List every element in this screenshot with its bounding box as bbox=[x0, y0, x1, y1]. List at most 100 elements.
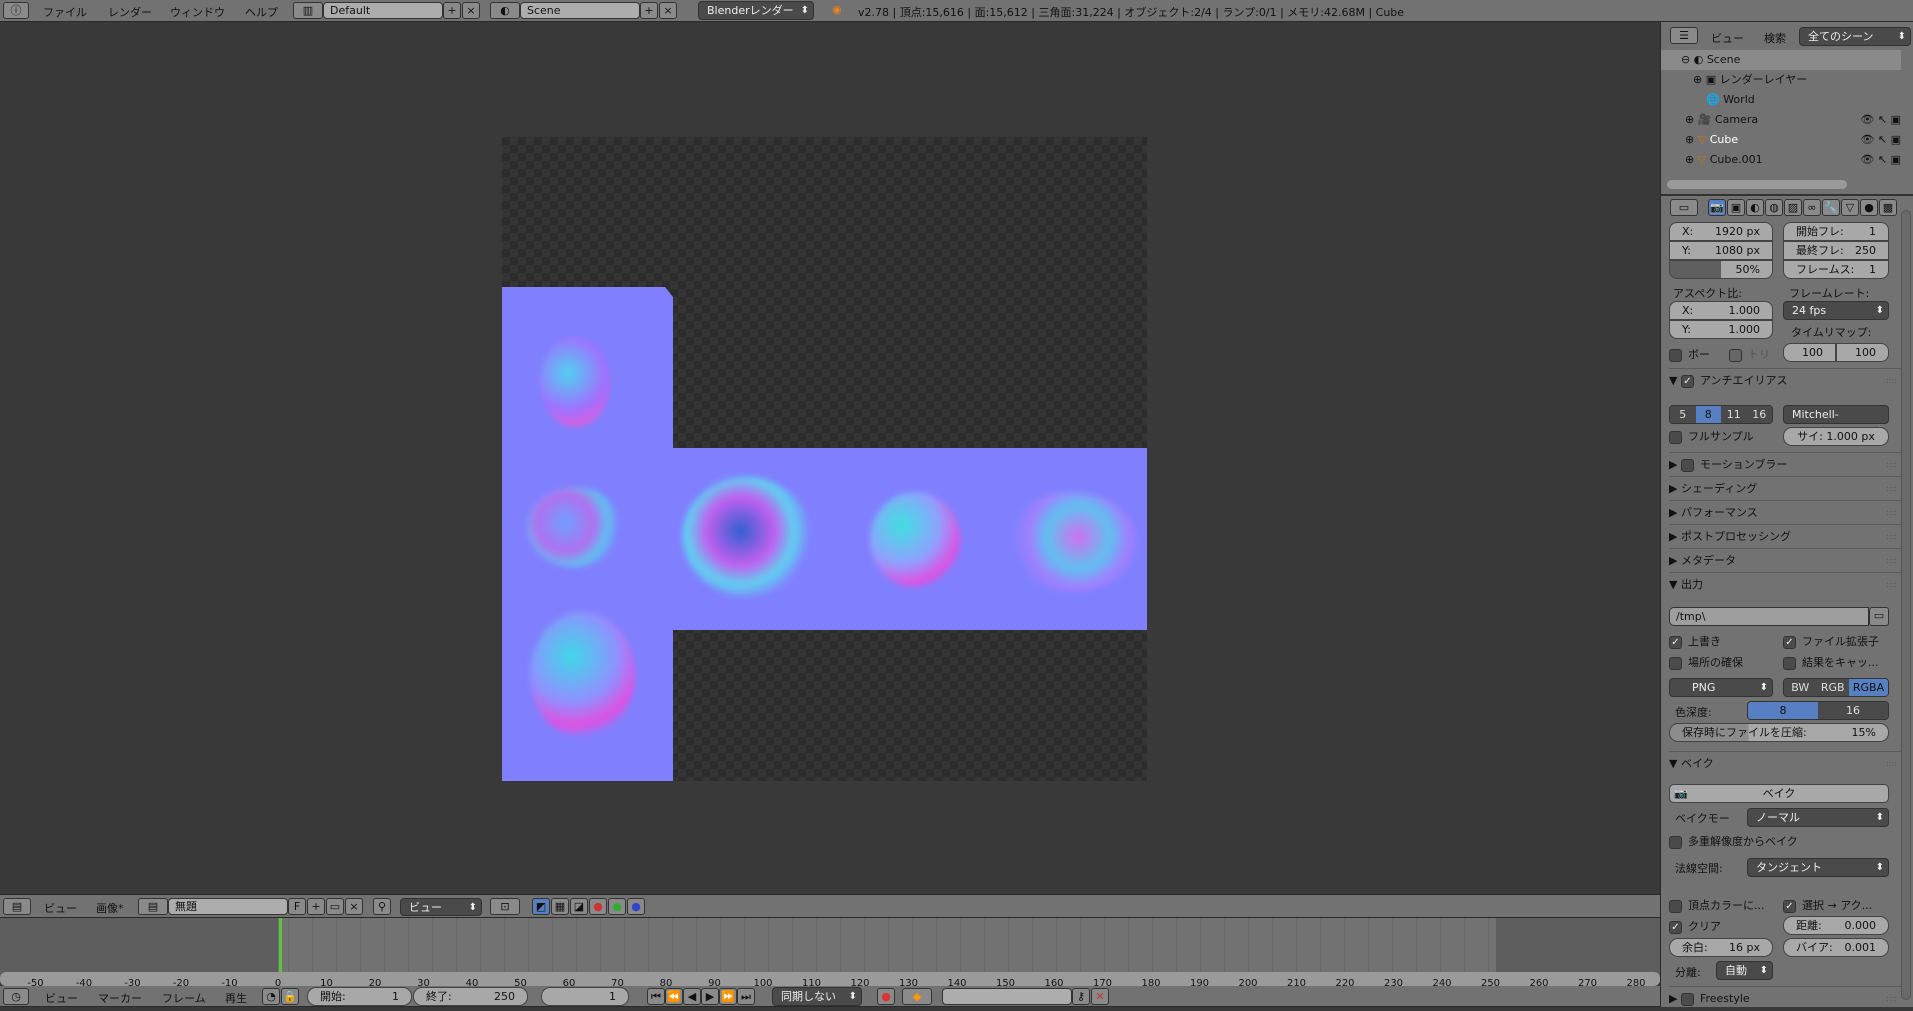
outliner-item-world[interactable]: 🌐 World bbox=[1661, 90, 1901, 110]
color-mode-bw[interactable]: BW bbox=[1784, 679, 1817, 696]
panel-motion-blur[interactable]: ▶ モーションブラー:::: bbox=[1669, 452, 1901, 476]
screen-layout-field[interactable]: Default bbox=[323, 2, 443, 19]
browse-image-icon[interactable]: ▤ bbox=[138, 898, 168, 915]
keying-icon[interactable]: ◆ bbox=[902, 988, 932, 1005]
menu-window[interactable]: ウィンドウ bbox=[170, 4, 225, 20]
pin-icon[interactable]: ⚲ bbox=[373, 898, 391, 915]
resolution-x-field[interactable]: X: 1920 px bbox=[1669, 222, 1773, 241]
current-frame-field[interactable]: 1 bbox=[541, 987, 629, 1006]
start-frame-field[interactable]: 開始: 1 bbox=[307, 987, 412, 1006]
add-layout-icon[interactable]: + bbox=[443, 2, 461, 19]
panel-bake[interactable]: ▼ ベイク:::: bbox=[1669, 751, 1901, 775]
next-keyframe-icon[interactable]: ⏩ bbox=[719, 988, 737, 1005]
jump-start-icon[interactable]: ⏮ bbox=[647, 988, 665, 1005]
tab-material-icon[interactable]: ● bbox=[1860, 199, 1878, 216]
menu-marker[interactable]: マーカー bbox=[98, 990, 142, 1006]
color-alpha-icon[interactable]: ◩ bbox=[532, 898, 550, 915]
outliner-item-camera[interactable]: ⊕ 🎥 Camera 👁 ↖ ▣ bbox=[1661, 110, 1901, 130]
multires-checkbox[interactable]: 多重解像度からベイク bbox=[1669, 833, 1798, 849]
timeline-area[interactable] bbox=[0, 918, 1660, 976]
outliner-editor-icon[interactable]: ☰ bbox=[1670, 27, 1698, 44]
delete-keyframe-icon[interactable]: ✕ bbox=[1091, 988, 1109, 1005]
outliner-menu-search[interactable]: 検索 bbox=[1764, 30, 1786, 46]
selected-to-active-checkbox[interactable]: ✓ 選択 → アク... bbox=[1783, 897, 1872, 913]
remove-layout-icon[interactable]: × bbox=[462, 2, 480, 19]
insert-keyframe-icon[interactable]: ⚷ bbox=[1072, 988, 1090, 1005]
aa-samples-11[interactable]: 11 bbox=[1721, 406, 1747, 423]
panel-performance[interactable]: ▶ パフォーマンス:::: bbox=[1669, 500, 1901, 524]
aa-filter-select[interactable]: Mitchell-Netrav... bbox=[1783, 405, 1889, 440]
panel-freestyle[interactable]: ▶ Freestyle:::: bbox=[1669, 986, 1901, 1010]
color-mode-rgba[interactable]: RGBA bbox=[1849, 679, 1888, 696]
tab-object-icon[interactable]: ▨ bbox=[1784, 199, 1802, 216]
remap-new-field[interactable]: 100 bbox=[1836, 343, 1889, 362]
panel-metadata[interactable]: ▶ メタデータ:::: bbox=[1669, 548, 1901, 572]
properties-editor-icon[interactable]: ▭ bbox=[1670, 199, 1698, 216]
layout-icon[interactable]: ▥ bbox=[293, 2, 323, 19]
z-buffer-icon[interactable]: ◪ bbox=[570, 898, 588, 915]
open-image-icon[interactable]: ▭ bbox=[326, 898, 344, 915]
keying-set-field[interactable] bbox=[942, 988, 1072, 1005]
color-depth-16[interactable]: 16 bbox=[1818, 702, 1888, 719]
unlink-image-icon[interactable]: × bbox=[345, 898, 363, 915]
panel-post-processing[interactable]: ▶ ポストプロセッシング:::: bbox=[1669, 524, 1901, 548]
fake-user-button[interactable]: F bbox=[288, 898, 306, 915]
menu-file[interactable]: ファイル bbox=[43, 4, 87, 20]
editor-type-icon[interactable]: ▤ bbox=[3, 898, 31, 915]
render-engine-select[interactable]: Blenderレンダー bbox=[698, 1, 814, 20]
remap-old-field[interactable]: 100 bbox=[1783, 343, 1836, 362]
menu-view[interactable]: ビュー bbox=[44, 900, 77, 916]
jump-end-icon[interactable]: ⏭ bbox=[737, 988, 755, 1005]
outliner-item-cube001[interactable]: ⊕ ▽ Cube.001 👁 ↖ ▣ bbox=[1661, 150, 1901, 170]
outliner-item-scene[interactable]: ⊖ ◐ Scene bbox=[1661, 50, 1901, 70]
record-icon[interactable]: ● bbox=[877, 988, 895, 1005]
framerate-select[interactable]: 24 fps bbox=[1783, 301, 1889, 320]
remove-scene-icon[interactable]: × bbox=[659, 2, 677, 19]
tab-world-icon[interactable]: ◍ bbox=[1765, 199, 1783, 216]
aa-samples-8[interactable]: 8 bbox=[1695, 406, 1721, 423]
filter-size-field[interactable]: サイ: 1.000 px bbox=[1783, 427, 1889, 446]
pivot-icon[interactable]: ⊡ bbox=[490, 898, 520, 915]
red-channel-icon[interactable]: ● bbox=[589, 898, 607, 915]
resolution-percentage-slider[interactable]: 50% bbox=[1669, 260, 1773, 279]
panel-output[interactable]: ▼ 出力:::: bbox=[1669, 572, 1901, 596]
scene-icon[interactable]: ◐ bbox=[490, 2, 520, 19]
tab-render-icon[interactable]: 📷 bbox=[1708, 199, 1726, 216]
new-image-icon[interactable]: + bbox=[307, 898, 325, 915]
cache-result-checkbox[interactable]: 結果をキャッ... bbox=[1783, 654, 1879, 670]
aa-samples-5[interactable]: 5 bbox=[1670, 406, 1696, 423]
tab-texture-icon[interactable]: ▩ bbox=[1879, 199, 1897, 216]
bake-button[interactable]: 📷 ベイク bbox=[1669, 784, 1889, 803]
full-sample-checkbox[interactable]: フルサンプル bbox=[1669, 428, 1754, 444]
outliner-filter-select[interactable]: 全てのシーン bbox=[1799, 27, 1911, 46]
aspect-y-field[interactable]: Y: 1.000 bbox=[1669, 320, 1773, 339]
playhead[interactable] bbox=[279, 918, 282, 976]
outliner-item-cube[interactable]: ⊕ ▽ Cube 👁 ↖ ▣ bbox=[1661, 130, 1901, 150]
end-frame-field[interactable]: 終了: 250 bbox=[413, 987, 528, 1006]
frame-step-field[interactable]: フレームス: 1 bbox=[1783, 260, 1889, 279]
compression-slider[interactable]: 保存時にファイルを圧縮: 15% bbox=[1669, 723, 1889, 742]
frame-end-field[interactable]: 最終フレ: 250 bbox=[1783, 241, 1889, 260]
green-channel-icon[interactable]: ● bbox=[608, 898, 626, 915]
menu-render[interactable]: レンダー bbox=[108, 4, 152, 20]
menu-frame[interactable]: フレーム bbox=[162, 990, 206, 1006]
baked-image-canvas[interactable] bbox=[502, 137, 1147, 781]
border-checkbox[interactable]: ボー bbox=[1669, 346, 1710, 362]
frame-ruler[interactable] bbox=[0, 972, 1660, 986]
split-select[interactable]: 自動 bbox=[1716, 961, 1773, 980]
tab-constraints-icon[interactable]: ∞ bbox=[1803, 199, 1821, 216]
frame-start-field[interactable]: 開始フレ: 1 bbox=[1783, 222, 1889, 241]
aa-samples-16[interactable]: 16 bbox=[1746, 406, 1772, 423]
file-extensions-checkbox[interactable]: ✓ ファイル拡張子 bbox=[1783, 633, 1879, 649]
play-icon[interactable]: ▶ bbox=[701, 988, 719, 1005]
lock-icon[interactable]: 🔒 bbox=[281, 988, 299, 1005]
clear-checkbox[interactable]: ✓ クリア bbox=[1669, 918, 1721, 934]
tab-render-layers-icon[interactable]: ▣ bbox=[1727, 199, 1745, 216]
normal-space-select[interactable]: タンジェント bbox=[1747, 858, 1889, 877]
add-scene-icon[interactable]: + bbox=[640, 2, 658, 19]
overwrite-checkbox[interactable]: ✓ 上書き bbox=[1669, 633, 1721, 649]
blue-channel-icon[interactable]: ● bbox=[627, 898, 645, 915]
folder-browse-icon[interactable]: ▭ bbox=[1869, 607, 1889, 626]
outliner-item-renderlayers[interactable]: ⊕ ▣ レンダーレイヤー bbox=[1661, 70, 1901, 90]
play-reverse-icon[interactable]: ◀ bbox=[683, 988, 701, 1005]
